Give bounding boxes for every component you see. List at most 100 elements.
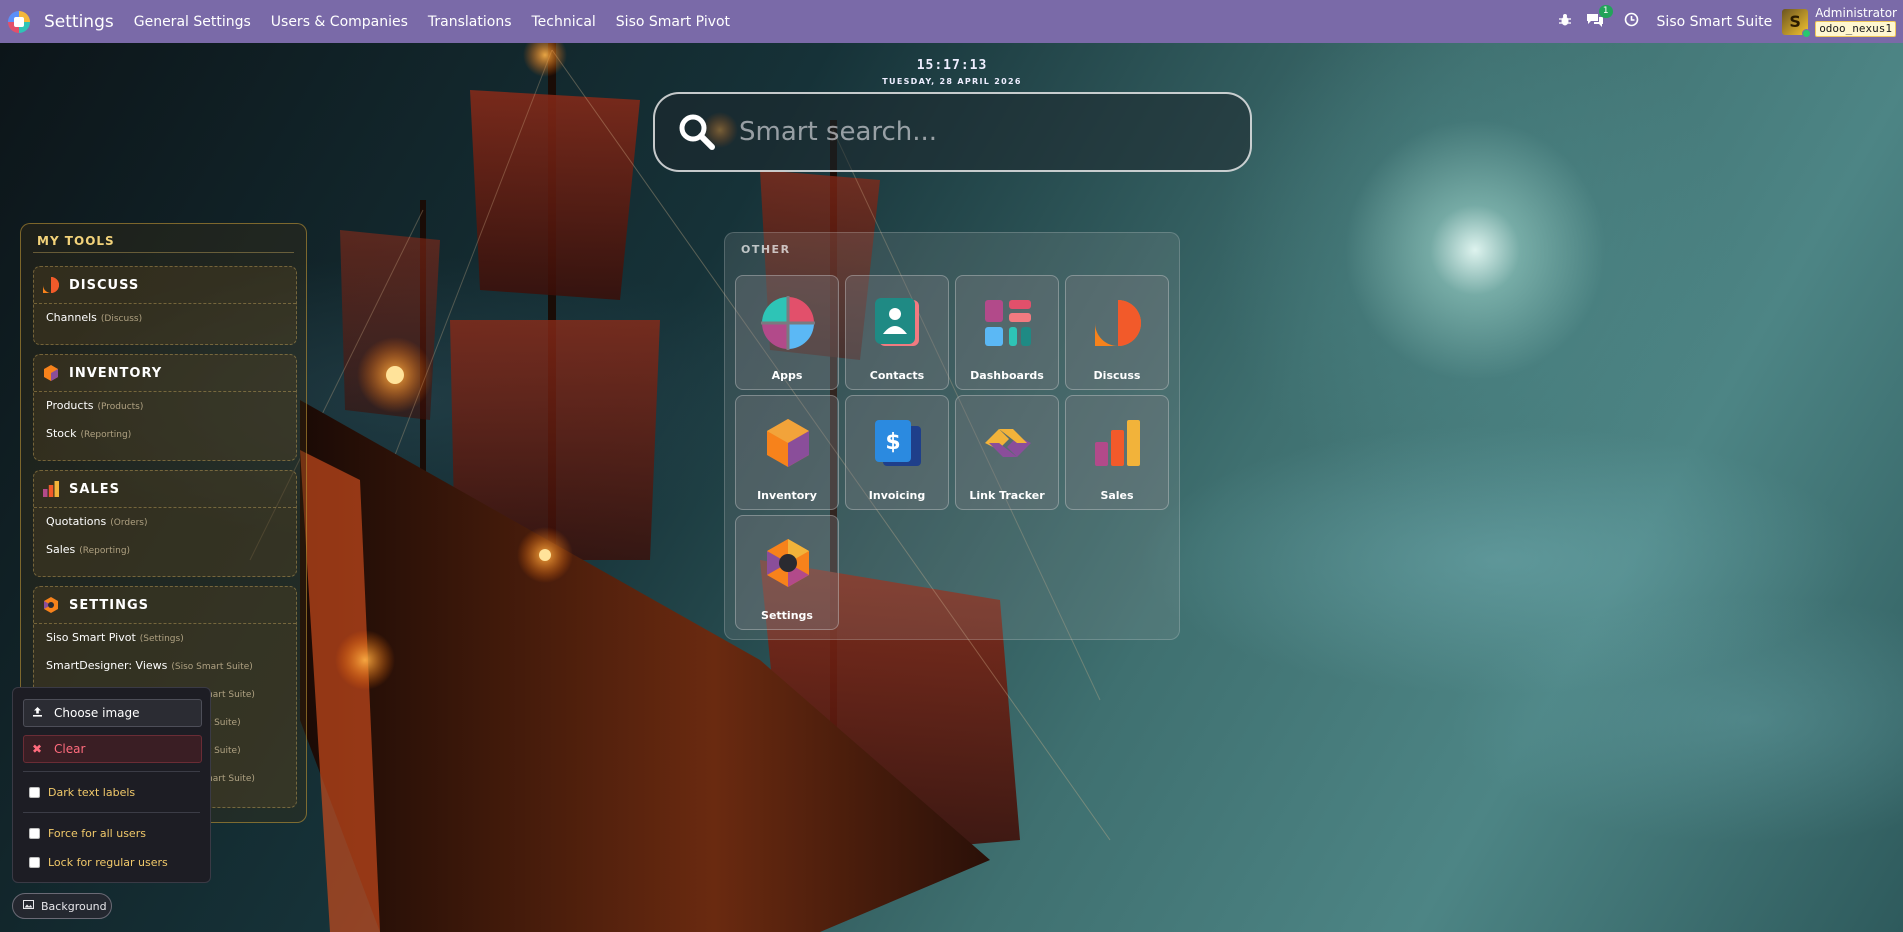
tool-link-sub: (Products)	[97, 402, 144, 412]
activity-clock-icon[interactable]	[1624, 12, 1639, 31]
invoicing-icon: $	[875, 420, 921, 466]
tool-group-header[interactable]: SALES	[34, 471, 296, 508]
tool-group-header[interactable]: SETTINGS	[34, 587, 296, 624]
nav-translations[interactable]: Translations	[428, 14, 512, 30]
apps-panel: OTHER Apps Contacts Dashboards Discuss I…	[724, 232, 1180, 640]
tool-link-sub: (Discuss)	[100, 314, 143, 324]
apps-section-title: OTHER	[741, 243, 791, 256]
tool-link-siso-smart-pivot[interactable]: Siso Smart Pivot (Settings)	[34, 624, 296, 652]
tool-link-label: Quotations	[46, 515, 107, 528]
tool-link-label: Channels	[46, 311, 97, 324]
image-icon	[23, 900, 34, 912]
nav-users-companies[interactable]: Users & Companies	[271, 14, 408, 30]
app-tile-settings[interactable]: Settings	[735, 515, 839, 630]
user-name: Administrator	[1815, 6, 1897, 20]
tool-link-sales-reporting[interactable]: Sales (Reporting)	[34, 536, 296, 564]
svg-text:$: $	[885, 430, 900, 455]
my-tools-title: MY TOOLS	[37, 234, 115, 248]
background-button-label: Background	[41, 899, 107, 913]
background-button[interactable]: Background	[12, 893, 112, 919]
user-avatar[interactable]: S	[1782, 8, 1812, 38]
tool-link-sub: mart Suite)	[204, 774, 255, 784]
tool-link-label: Sales	[46, 543, 76, 556]
app-tile-inventory[interactable]: Inventory	[735, 395, 839, 510]
lock-regular-users-checkbox[interactable]: Lock for regular users	[29, 856, 168, 869]
checkbox-label: Lock for regular users	[48, 856, 168, 869]
clear-label: Clear	[54, 742, 86, 756]
app-label: Settings	[761, 609, 813, 622]
clear-button[interactable]: ✖ Clear	[23, 735, 202, 763]
nav-general-settings[interactable]: General Settings	[134, 14, 251, 30]
clock-time: 15:17:13	[916, 58, 988, 73]
systray: 1 Siso Smart Suite S Administrator odoo_…	[1558, 0, 1903, 43]
smart-search-bar[interactable]	[653, 92, 1252, 172]
debug-bug-icon[interactable]	[1558, 13, 1572, 31]
online-status-dot	[1802, 28, 1812, 38]
app-tile-discuss[interactable]: Discuss	[1065, 275, 1169, 390]
app-tile-sales[interactable]: Sales	[1065, 395, 1169, 510]
tool-group-label: INVENTORY	[69, 365, 163, 381]
sales-icon	[43, 481, 59, 497]
app-label: Contacts	[869, 369, 925, 382]
chat-badge: 1	[1598, 5, 1613, 18]
tool-link-label: Products	[46, 399, 94, 412]
checkbox[interactable]	[29, 828, 40, 839]
app-tile-apps[interactable]: Apps	[735, 275, 839, 390]
nav-siso-smart-pivot[interactable]: Siso Smart Pivot	[616, 14, 730, 30]
chat-messages-icon[interactable]: 1	[1586, 5, 1613, 31]
search-icon	[675, 110, 719, 154]
dark-text-labels-checkbox[interactable]: Dark text labels	[29, 786, 135, 799]
discuss-icon	[43, 277, 59, 293]
tool-group-header[interactable]: DISCUSS	[34, 267, 296, 304]
tool-link-label: Siso Smart Pivot	[46, 631, 136, 644]
app-tile-link-tracker[interactable]: Link Tracker	[955, 395, 1059, 510]
tool-group-sales: SALES Quotations (Orders) Sales (Reporting…	[33, 470, 297, 577]
tool-group-label: DISCUSS	[69, 277, 140, 293]
tool-link-channels[interactable]: Channels (Discuss)	[34, 304, 296, 332]
apps-icon	[761, 296, 815, 350]
tool-link-quotations[interactable]: Quotations (Orders)	[34, 508, 296, 536]
choose-image-label: Choose image	[54, 706, 140, 720]
app-menu-icon[interactable]	[8, 10, 30, 33]
user-menu[interactable]: Administrator odoo_nexus1	[1815, 6, 1897, 37]
settings-icon	[44, 597, 58, 613]
app-tile-invoicing[interactable]: $ Invoicing	[845, 395, 949, 510]
nav-technical[interactable]: Technical	[532, 14, 596, 30]
app-tile-contacts[interactable]: Contacts	[845, 275, 949, 390]
settings-icon	[767, 539, 809, 587]
force-all-users-checkbox[interactable]: Force for all users	[29, 827, 146, 840]
background-popover: Choose image ✖ Clear Dark text labels Fo…	[12, 687, 211, 883]
tool-group-header[interactable]: INVENTORY	[34, 355, 296, 392]
tool-group-discuss: DISCUSS Channels (Discuss)	[33, 266, 297, 345]
clock-date: TUESDAY, 28 APRIL 2026	[882, 77, 1022, 86]
divider	[23, 812, 200, 813]
inventory-icon	[44, 365, 58, 381]
tool-link-sub: mart Suite)	[204, 690, 255, 700]
tool-group-inventory: INVENTORY Products (Products) Stock (Repor…	[33, 354, 297, 461]
tool-link-stock[interactable]: Stock (Reporting)	[34, 420, 296, 448]
app-label: Apps	[771, 369, 803, 382]
tool-group-label: SETTINGS	[69, 597, 150, 613]
app-tile-dashboards[interactable]: Dashboards	[955, 275, 1059, 390]
tool-link-sub: (Reporting)	[80, 430, 132, 440]
sales-icon	[1095, 420, 1140, 466]
checkbox-label: Force for all users	[48, 827, 146, 840]
tool-link-sub: (Orders)	[110, 518, 148, 528]
link-tracker-icon	[985, 429, 1031, 457]
tool-link-label: Stock	[46, 427, 77, 440]
tool-link-smartdesigner-views[interactable]: SmartDesigner: Views (Siso Smart Suite)	[34, 652, 296, 680]
app-label: Dashboards	[970, 369, 1044, 382]
upload-icon	[32, 706, 46, 720]
divider	[23, 771, 200, 772]
smart-search-input[interactable]	[739, 117, 1219, 147]
checkbox[interactable]	[29, 787, 40, 798]
discuss-icon	[1095, 300, 1141, 346]
company-switcher[interactable]: Siso Smart Suite	[1657, 14, 1773, 30]
checkbox[interactable]	[29, 857, 40, 868]
database-name: odoo_nexus1	[1815, 21, 1897, 37]
app-brand[interactable]: Settings	[44, 12, 114, 32]
app-label: Discuss	[1093, 369, 1141, 382]
inventory-icon	[767, 419, 809, 467]
choose-image-button[interactable]: Choose image	[23, 699, 202, 727]
tool-link-products[interactable]: Products (Products)	[34, 392, 296, 420]
